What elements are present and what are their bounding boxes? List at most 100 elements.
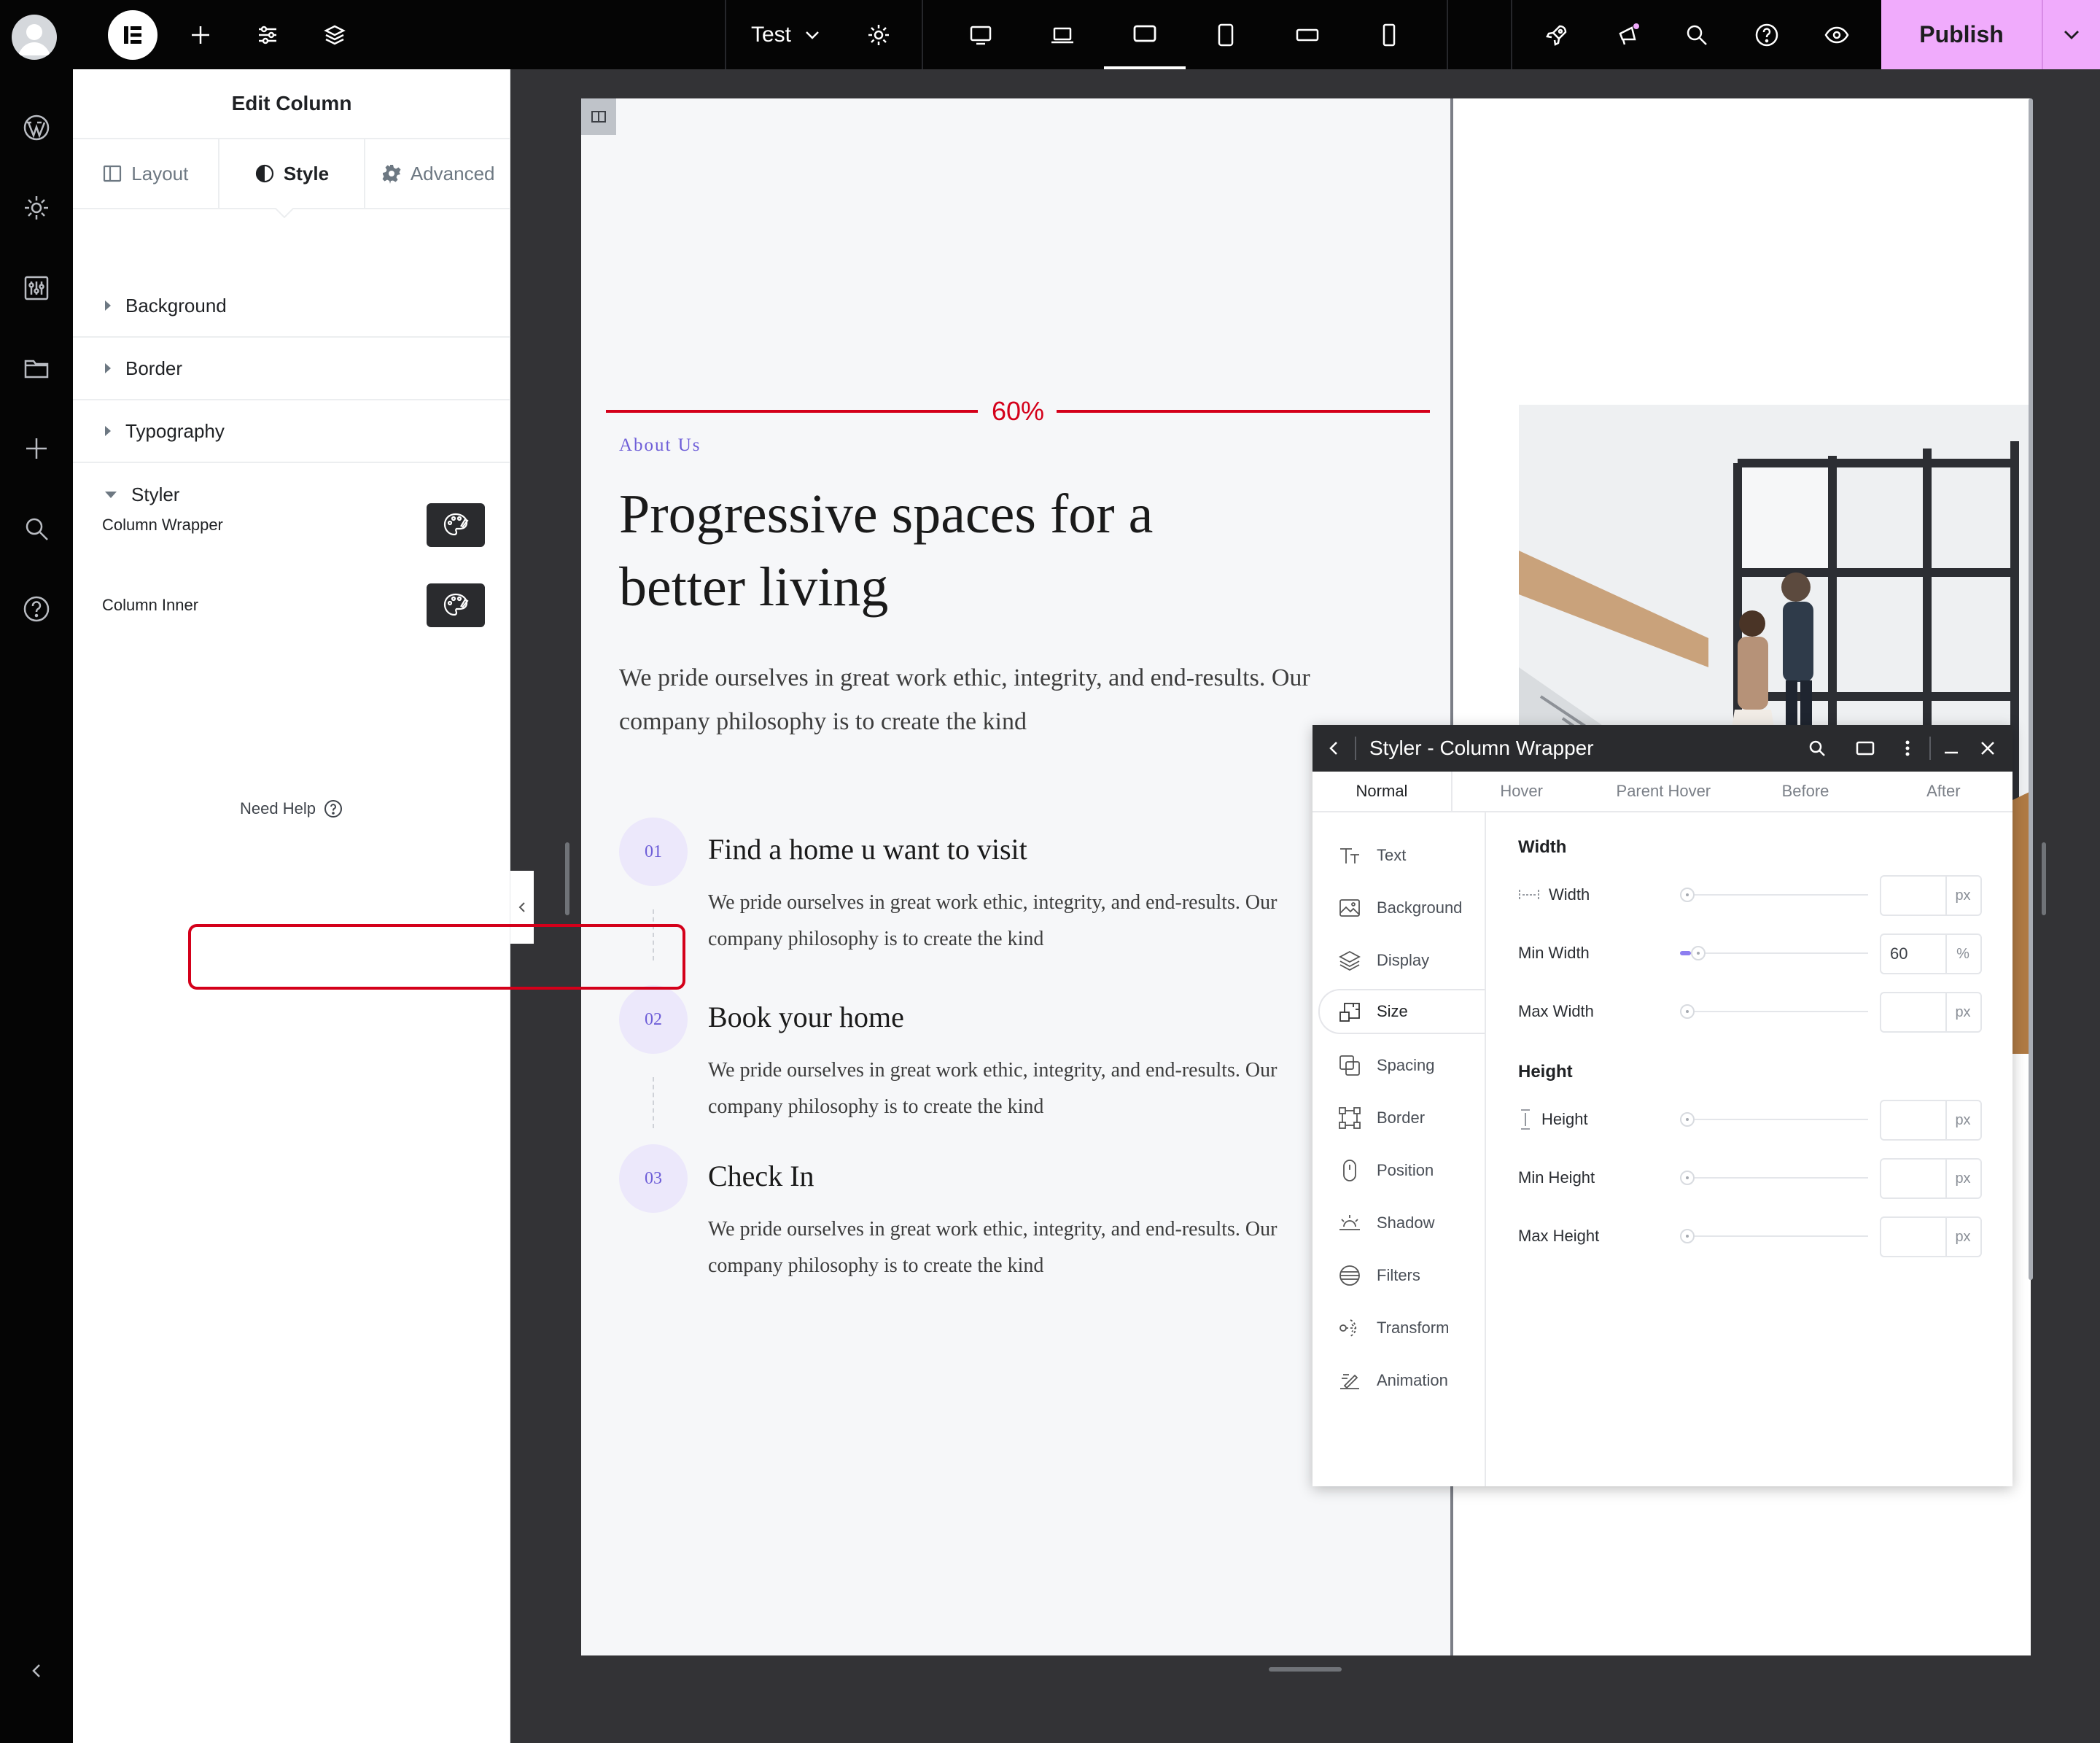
megaphone-icon[interactable] [1610, 0, 1646, 69]
unit-selector[interactable]: px [1945, 992, 1982, 1033]
step-number: 01 [619, 818, 688, 886]
slider-handle[interactable] [1680, 1171, 1695, 1185]
unit-selector[interactable]: px [1945, 1216, 1982, 1257]
styler-row-column-inner: Column Inner [102, 583, 485, 627]
tab-layout[interactable]: Layout [73, 139, 219, 208]
open-styler-button[interactable] [427, 583, 485, 627]
help-icon[interactable] [1749, 0, 1785, 69]
section-background[interactable]: Background [73, 275, 510, 338]
rocket-icon[interactable] [1539, 0, 1575, 69]
styler-nav-filters[interactable]: Filters [1320, 1253, 1486, 1298]
max-height-input[interactable] [1880, 1216, 1947, 1257]
mobile-landscape-icon[interactable] [1289, 0, 1326, 69]
step-body: We pride ourselves in great work ethic, … [708, 1218, 1278, 1277]
search-icon[interactable] [16, 508, 57, 549]
collapse-left-icon[interactable] [16, 1650, 57, 1691]
plus-icon[interactable] [16, 428, 57, 469]
styler-nav-background[interactable]: Background [1320, 885, 1486, 931]
desktop-icon[interactable] [962, 0, 999, 69]
need-help-link[interactable]: Need Help [73, 799, 510, 819]
column-handle-icon[interactable] [581, 98, 616, 135]
sliders-panel-icon[interactable] [16, 268, 57, 308]
unit-selector[interactable]: px [1945, 875, 1982, 916]
layers-icon [1339, 950, 1361, 971]
min-height-slider[interactable] [1680, 1177, 1868, 1179]
unit-selector[interactable]: px [1945, 1100, 1982, 1141]
styler-nav-animation[interactable]: Animation [1320, 1358, 1486, 1403]
resize-handle-left[interactable] [565, 842, 569, 915]
min-width-input[interactable]: 60 [1880, 933, 1947, 974]
field-label: Max Width [1518, 1002, 1594, 1020]
min-height-input[interactable] [1880, 1158, 1947, 1199]
unit-selector[interactable]: px [1945, 1158, 1982, 1199]
plus-icon[interactable] [182, 0, 219, 69]
section-typography[interactable]: Typography [73, 400, 510, 463]
page-scrollbar[interactable] [2029, 98, 2033, 1280]
slider-handle[interactable] [1680, 888, 1695, 902]
tab-style[interactable]: Style [219, 139, 366, 218]
tablet-landscape-icon[interactable] [1104, 0, 1186, 69]
tab-label: Layout [131, 162, 189, 185]
more-options-icon[interactable] [1891, 732, 1924, 764]
publish-button[interactable]: Publish [1881, 0, 2042, 69]
styler-sidebar: Text Background Display Size Spacing Bor… [1312, 812, 1486, 1486]
laptop-icon[interactable] [1044, 0, 1081, 69]
slider-handle[interactable] [1680, 1112, 1695, 1127]
search-icon[interactable] [1679, 0, 1715, 69]
max-height-slider[interactable] [1680, 1235, 1868, 1237]
publish-options-button[interactable] [2042, 0, 2100, 69]
help-icon[interactable] [16, 589, 57, 629]
layers-icon[interactable] [316, 0, 353, 69]
width-slider[interactable] [1680, 894, 1868, 896]
tab-before[interactable]: Before [1736, 772, 1874, 811]
styler-nav-size[interactable]: Size [1318, 989, 1485, 1034]
tablet-portrait-icon[interactable] [1208, 0, 1244, 69]
styler-nav-transform[interactable]: Transform [1320, 1305, 1486, 1351]
resize-handle-right[interactable] [2042, 842, 2046, 915]
section-border[interactable]: Border [73, 338, 510, 400]
sliders-icon[interactable] [249, 0, 286, 69]
nav-label: Text [1377, 846, 1407, 864]
slider-handle[interactable] [1680, 1004, 1695, 1019]
width-indicator: 60% [606, 396, 1430, 426]
max-width-input[interactable] [1880, 992, 1947, 1033]
back-icon[interactable] [1318, 732, 1350, 764]
min-width-slider[interactable] [1680, 952, 1868, 954]
step-body: We pride ourselves in great work ethic, … [708, 891, 1278, 950]
gear-icon[interactable] [860, 0, 897, 69]
tab-advanced[interactable]: Advanced [365, 139, 510, 208]
gear-icon[interactable] [16, 187, 57, 228]
tab-parent-hover[interactable]: Parent Hover [1590, 772, 1736, 811]
wordpress-icon[interactable] [16, 107, 57, 148]
width-input[interactable] [1880, 875, 1947, 916]
field-max-height: Max Height px [1518, 1214, 1985, 1259]
slider-handle[interactable] [1680, 1229, 1695, 1243]
elementor-logo-icon[interactable] [108, 10, 158, 60]
max-width-slider[interactable] [1680, 1011, 1868, 1012]
device-tablet-icon[interactable] [1849, 732, 1881, 764]
minimize-icon[interactable] [1935, 732, 1967, 764]
height-input[interactable] [1880, 1100, 1947, 1141]
tab-normal[interactable]: Normal [1312, 772, 1452, 811]
styler-nav-spacing[interactable]: Spacing [1320, 1043, 1486, 1088]
styler-nav-text[interactable]: Text [1320, 833, 1486, 878]
document-switcher[interactable]: Test [736, 0, 839, 69]
eye-icon[interactable] [1819, 0, 1855, 69]
mobile-portrait-icon[interactable] [1371, 0, 1407, 69]
folder-icon[interactable] [16, 348, 57, 389]
search-icon[interactable] [1801, 732, 1833, 764]
tab-hover[interactable]: Hover [1452, 772, 1590, 811]
tab-after[interactable]: After [1875, 772, 2012, 811]
height-slider[interactable] [1680, 1119, 1868, 1120]
resize-handle-bottom[interactable] [1269, 1667, 1342, 1672]
styler-nav-border[interactable]: Border [1320, 1095, 1486, 1141]
avatar[interactable] [12, 15, 57, 60]
styler-nav-position[interactable]: Position [1320, 1148, 1486, 1193]
unit-selector[interactable]: % [1945, 933, 1982, 974]
slider-handle[interactable] [1691, 946, 1706, 960]
tab-label: Advanced [410, 162, 495, 185]
open-styler-button[interactable] [427, 503, 485, 547]
close-icon[interactable] [1972, 732, 2004, 764]
styler-nav-display[interactable]: Display [1320, 938, 1486, 983]
styler-nav-shadow[interactable]: Shadow [1320, 1200, 1486, 1246]
